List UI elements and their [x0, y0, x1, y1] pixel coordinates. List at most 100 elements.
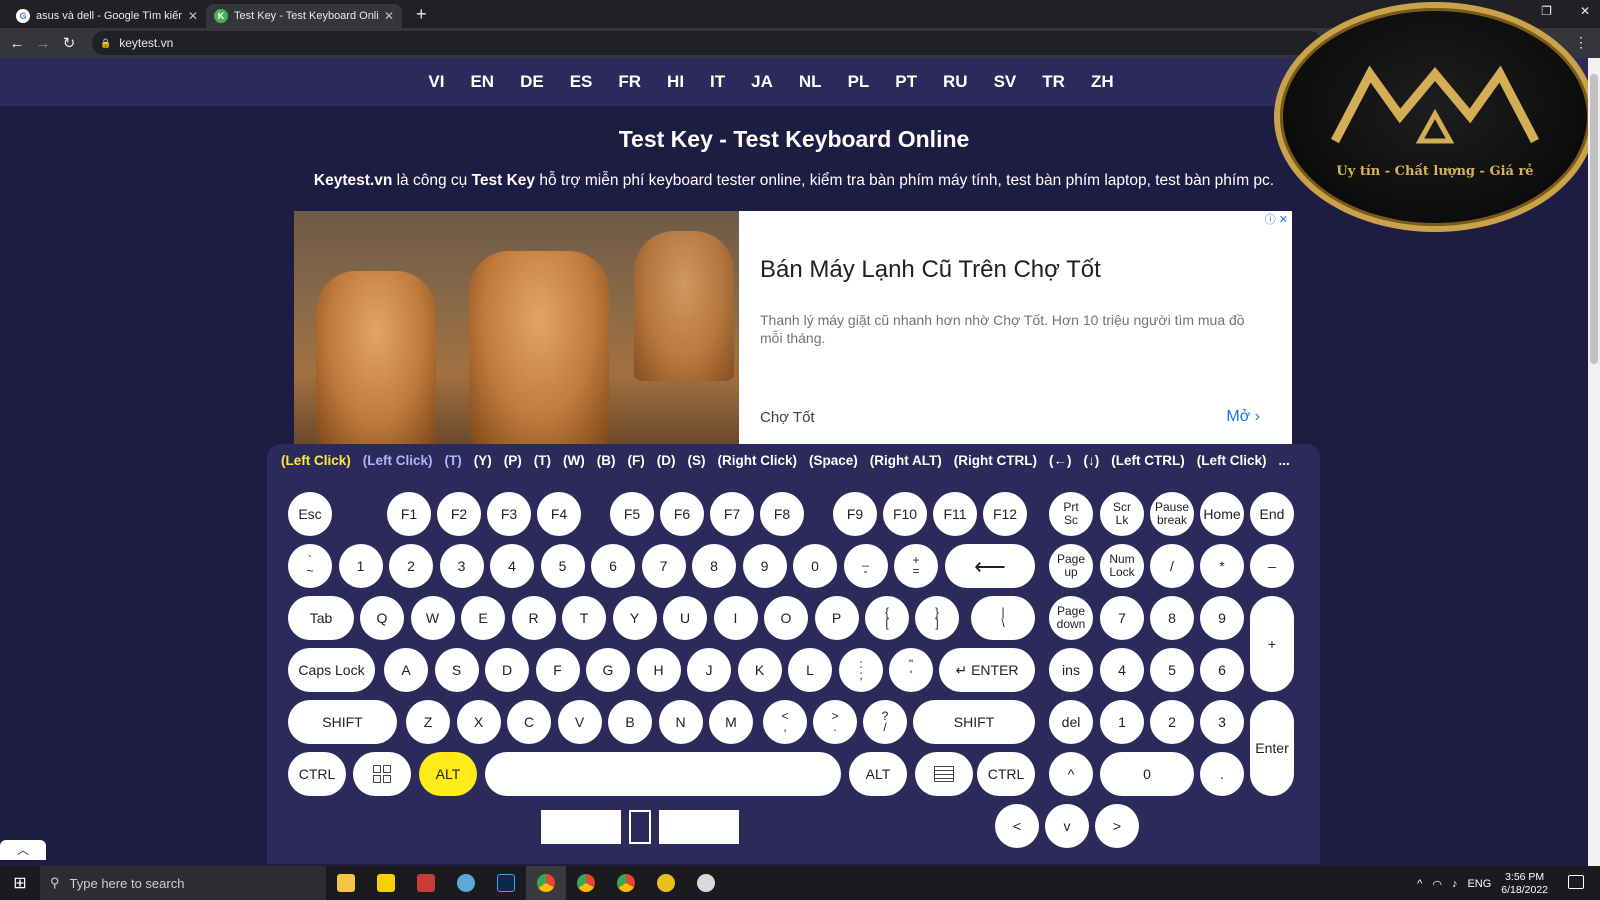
- key-b[interactable]: B: [608, 700, 652, 744]
- key-y[interactable]: Y: [612, 596, 657, 640]
- key-down-arrow[interactable]: v: [1045, 804, 1089, 848]
- lang-sv[interactable]: SV: [991, 72, 1020, 92]
- key-tab[interactable]: Tab: [288, 596, 354, 640]
- intro-brand[interactable]: Keytest.vn: [314, 172, 392, 189]
- close-icon[interactable]: ✕: [188, 9, 198, 23]
- key-0[interactable]: 0: [793, 544, 837, 588]
- key-numpad-9[interactable]: 9: [1200, 596, 1244, 640]
- lang-ja[interactable]: JA: [748, 72, 776, 92]
- forward-icon[interactable]: →: [30, 35, 56, 52]
- key-f12[interactable]: F12: [983, 492, 1027, 536]
- key-3[interactable]: 3: [439, 544, 484, 588]
- key-space[interactable]: [485, 752, 841, 796]
- lang-en[interactable]: EN: [467, 72, 497, 92]
- network-icon[interactable]: ◠: [1432, 878, 1442, 891]
- key-delete[interactable]: del: [1049, 700, 1093, 744]
- file-explorer-icon[interactable]: [326, 866, 366, 900]
- volume-icon[interactable]: ♪: [1452, 878, 1458, 890]
- advertisement[interactable]: Bán Máy Lạnh Cũ Trên Chợ Tốt Thanh lý má…: [294, 211, 1292, 444]
- key-f3[interactable]: F3: [487, 492, 531, 536]
- chrome-icon[interactable]: [526, 866, 566, 900]
- key-t[interactable]: T: [562, 596, 606, 640]
- clock[interactable]: 3:56 PM 6/18/2022: [1501, 871, 1548, 897]
- app-icon[interactable]: [446, 866, 486, 900]
- taskbar-search[interactable]: ⚲ Type here to search: [40, 866, 326, 900]
- key-left-ctrl[interactable]: CTRL: [288, 752, 346, 796]
- language-indicator[interactable]: ENG: [1467, 878, 1491, 890]
- key-2[interactable]: 2: [389, 544, 433, 588]
- key-page-down[interactable]: Page down: [1049, 596, 1093, 640]
- key-f2[interactable]: F2: [437, 492, 481, 536]
- key-esc[interactable]: Esc: [288, 492, 332, 536]
- key-windows[interactable]: [353, 752, 411, 796]
- chrome-icon[interactable]: [566, 866, 606, 900]
- lang-vi[interactable]: VI: [425, 72, 447, 92]
- key-numpad-enter[interactable]: Enter: [1250, 700, 1294, 796]
- key-numpad-plus[interactable]: +: [1250, 596, 1294, 692]
- key-page-up[interactable]: Page up: [1049, 544, 1093, 588]
- key-r[interactable]: R: [511, 596, 556, 640]
- ad-image[interactable]: [294, 211, 739, 444]
- windows-start-icon[interactable]: ⊞: [0, 873, 40, 893]
- key-comma[interactable]: <,: [763, 700, 807, 744]
- key-4[interactable]: 4: [490, 544, 534, 588]
- key-z[interactable]: Z: [406, 700, 450, 744]
- key-f6[interactable]: F6: [660, 492, 704, 536]
- chevron-up-icon[interactable]: ^: [1417, 878, 1422, 890]
- tab-google-search[interactable]: G asus và dell - Google Tìm kiếm ✕: [8, 4, 206, 28]
- key-left-alt[interactable]: ALT: [419, 752, 477, 796]
- notification-icon[interactable]: [1568, 875, 1584, 889]
- key-enter[interactable]: ↵ ENTER: [939, 648, 1035, 692]
- tab-keytest[interactable]: K Test Key - Test Keyboard Online ✕: [206, 4, 402, 28]
- sticky-notes-icon[interactable]: [366, 866, 406, 900]
- key-period[interactable]: >.: [813, 700, 857, 744]
- key-end[interactable]: End: [1250, 492, 1294, 536]
- key-numpad-7[interactable]: 7: [1100, 596, 1144, 640]
- page-scrollbar[interactable]: [1588, 58, 1600, 866]
- key-right-arrow[interactable]: >: [1095, 804, 1139, 848]
- key-g[interactable]: G: [586, 648, 630, 692]
- lang-hi[interactable]: HI: [664, 72, 687, 92]
- scrollbar-thumb[interactable]: [1590, 74, 1598, 364]
- key-f11[interactable]: F11: [933, 492, 977, 536]
- ad-open-button[interactable]: Mở ›: [1226, 408, 1260, 426]
- lang-ru[interactable]: RU: [940, 72, 971, 92]
- key-backspace[interactable]: ⟵: [945, 544, 1035, 588]
- back-icon[interactable]: ←: [4, 35, 30, 52]
- ad-close-icon[interactable]: ⓘ ✕: [1265, 211, 1288, 227]
- key-pause-break[interactable]: Pause break: [1150, 492, 1194, 536]
- xampp-icon[interactable]: [646, 866, 686, 900]
- browser-menu-icon[interactable]: ⋮: [1574, 34, 1588, 51]
- key-slash[interactable]: ? /: [863, 700, 907, 744]
- lang-nl[interactable]: NL: [796, 72, 825, 92]
- key-q[interactable]: Q: [360, 596, 404, 640]
- key-numpad-divide[interactable]: /: [1150, 544, 1194, 588]
- lang-pt[interactable]: PT: [892, 72, 920, 92]
- key-minus[interactable]: _ -: [843, 544, 888, 588]
- lang-fr[interactable]: FR: [615, 72, 644, 92]
- key-f4[interactable]: F4: [537, 492, 581, 536]
- key-f7[interactable]: F7: [710, 492, 754, 536]
- ad-headline[interactable]: Bán Máy Lạnh Cũ Trên Chợ Tốt: [760, 256, 1101, 284]
- key-k[interactable]: K: [737, 648, 782, 692]
- key-6[interactable]: 6: [591, 544, 635, 588]
- key-left-arrow[interactable]: <: [995, 804, 1039, 848]
- key-f10[interactable]: F10: [883, 492, 927, 536]
- key-9[interactable]: 9: [742, 544, 787, 588]
- key-j[interactable]: J: [687, 648, 731, 692]
- key-1[interactable]: 1: [338, 544, 383, 588]
- lang-pl[interactable]: PL: [845, 72, 873, 92]
- key-num-lock[interactable]: Num Lock: [1100, 544, 1144, 588]
- close-icon[interactable]: ✕: [384, 9, 394, 23]
- key-insert[interactable]: ins: [1049, 648, 1093, 692]
- key-quote[interactable]: " ': [889, 648, 933, 692]
- restore-icon[interactable]: ❐: [1541, 4, 1552, 18]
- key-context-menu[interactable]: [915, 752, 973, 796]
- key-f1[interactable]: F1: [387, 492, 431, 536]
- key-o[interactable]: O: [764, 596, 808, 640]
- key-c[interactable]: C: [507, 700, 551, 744]
- key-right-shift[interactable]: SHIFT: [913, 700, 1035, 744]
- key-home[interactable]: Home: [1200, 492, 1244, 536]
- key-prtsc[interactable]: Prt Sc: [1049, 492, 1093, 536]
- key-s[interactable]: S: [434, 648, 479, 692]
